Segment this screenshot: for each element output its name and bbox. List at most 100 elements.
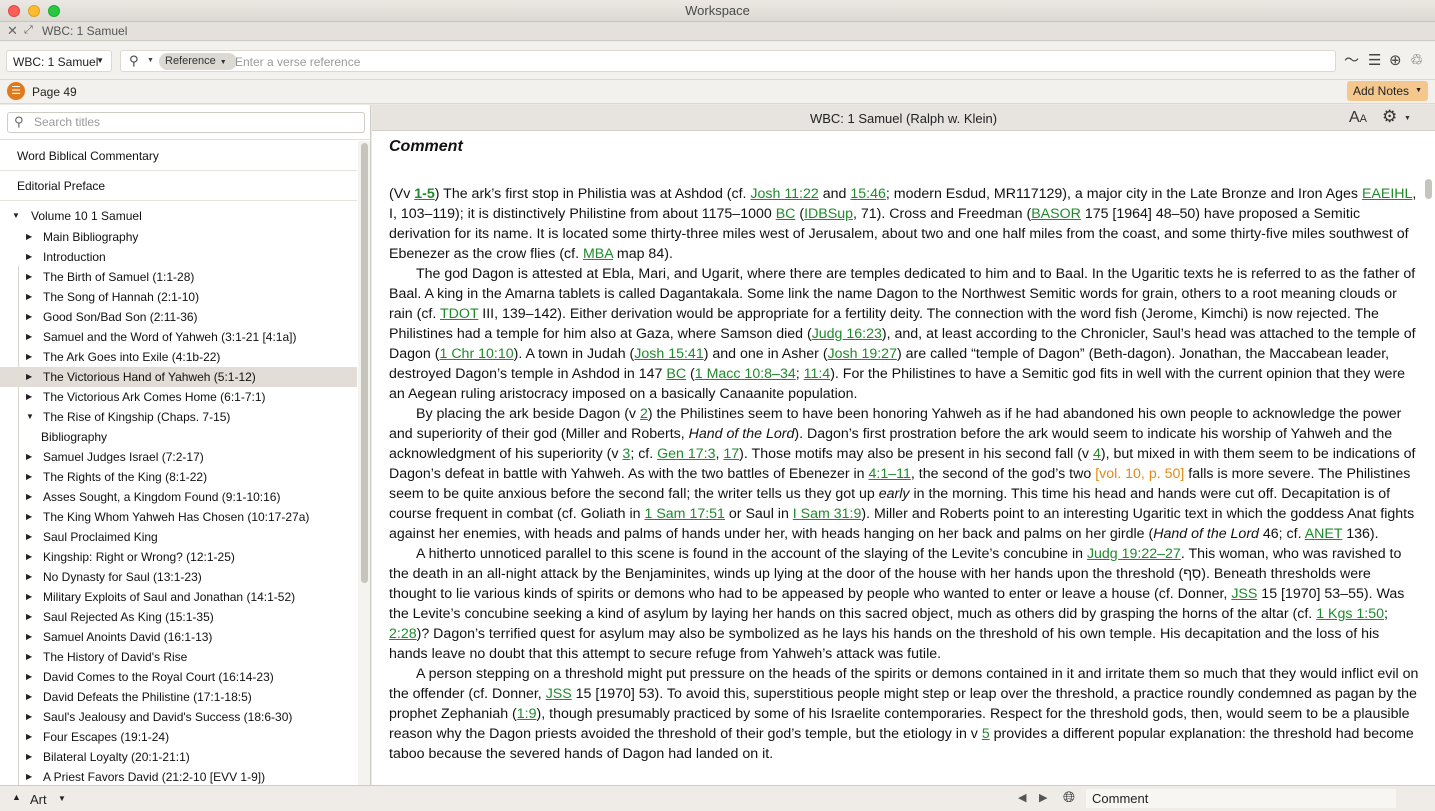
toc-item[interactable]: ▶ The History of David's Rise [0, 647, 357, 667]
globe-icon[interactable]: 🌐︎ [1063, 789, 1075, 806]
reference-link[interactable]: Judg 19:22–27 [1087, 546, 1181, 562]
toc-item[interactable]: ▶ The Victorious Hand of Yahweh (5:1-12) [0, 367, 357, 387]
reference-link[interactable]: JSS [1231, 586, 1257, 602]
sidebar-scroll-thumb[interactable] [361, 143, 368, 583]
disclosure-triangle-icon[interactable]: ▶ [26, 452, 32, 461]
disclosure-triangle-icon[interactable]: ▶ [26, 372, 32, 381]
reference-link[interactable]: Josh 19:27 [828, 346, 897, 362]
tab-label[interactable]: WBC: 1 Samuel [42, 24, 127, 38]
add-icon[interactable]: ⊕ [1389, 52, 1402, 70]
toc-list-icon[interactable]: ☰ [7, 82, 25, 100]
reference-link[interactable]: 4:1–11 [869, 466, 911, 482]
disclosure-triangle-icon[interactable]: ▶ [26, 272, 32, 281]
link-icon[interactable]: 〜 [1344, 52, 1359, 70]
toc-item[interactable]: ▶ Saul's Jealousy and David's Success (18… [0, 707, 357, 727]
title-search-input[interactable] [34, 115, 354, 129]
reference-link[interactable]: EAEIHL [1362, 186, 1412, 202]
toc-item[interactable]: ▶ Kingship: Right or Wrong? (12:1-25) [0, 547, 357, 567]
reader-scrollbar[interactable] [1421, 133, 1435, 785]
toc-item[interactable]: ▶ Bilateral Loyalty (20:1-21:1) [0, 747, 357, 767]
disclosure-triangle-icon[interactable]: ▶ [26, 652, 32, 661]
toc-top-item[interactable]: Editorial Preface [0, 171, 357, 201]
reference-link[interactable]: BASOR [1031, 206, 1081, 222]
reference-link[interactable]: 1:9 [517, 706, 537, 722]
disclosure-triangle-icon[interactable]: ▶ [26, 692, 32, 701]
toc-item[interactable]: ▶ Saul Proclaimed King [0, 527, 357, 547]
disclosure-triangle-icon[interactable]: ▶ [26, 232, 32, 241]
toc-item[interactable]: ▶ Introduction [0, 247, 357, 267]
disclosure-triangle-icon[interactable]: ▶ [26, 252, 32, 261]
toc-item[interactable]: ▶ Samuel Anoints David (16:1-13) [0, 627, 357, 647]
toc-item[interactable]: ▼ The Rise of Kingship (Chaps. 7-15) [0, 407, 357, 427]
toc-item[interactable]: ▶ A Priest Favors David (21:2-10 [EVV 1-9… [0, 767, 357, 785]
toc-item[interactable]: ▶ Good Son/Bad Son (2:11-36) [0, 307, 357, 327]
toc-item[interactable]: ▶ Main Bibliography [0, 227, 357, 247]
toc-item[interactable]: ▶ Asses Sought, a Kingdom Found (9:1-10:1… [0, 487, 357, 507]
toc-item[interactable]: ▶ Four Escapes (19:1-24) [0, 727, 357, 747]
disclosure-triangle-icon[interactable]: ▼ [26, 412, 34, 421]
disclosure-triangle-icon[interactable]: ▶ [26, 392, 32, 401]
toc-item[interactable]: ▶ Saul Rejected As King (15:1-35) [0, 607, 357, 627]
toc-item[interactable]: ▶ The Ark Goes into Exile (4:1b-22) [0, 347, 357, 367]
toc-item[interactable]: ▶ Military Exploits of Saul and Jonathan … [0, 587, 357, 607]
disclosure-triangle-icon[interactable]: ▶ [26, 512, 32, 521]
disclosure-triangle-icon[interactable]: ▶ [26, 752, 32, 761]
gear-icon[interactable]: ⚙ [1382, 107, 1397, 127]
toc-item[interactable]: ▶ David Comes to the Royal Court (16:14-2… [0, 667, 357, 687]
reference-link[interactable]: BC [776, 206, 796, 222]
toc-item[interactable]: ▶ The Song of Hannah (2:1-10) [0, 287, 357, 307]
toc-item[interactable]: ▶ Samuel and the Word of Yahweh (3:1-21 [… [0, 327, 357, 347]
reference-link[interactable]: IDBSup [804, 206, 853, 222]
chevron-down-icon[interactable]: ▼ [147, 57, 154, 64]
toc-item[interactable]: ▶ Samuel Judges Israel (7:2-17) [0, 447, 357, 467]
reference-link[interactable]: 15:46 [850, 186, 886, 202]
reference-link[interactable]: ANET [1305, 526, 1343, 542]
disclosure-triangle-icon[interactable]: ▶ [26, 572, 32, 581]
toc-item[interactable]: Bibliography [0, 427, 357, 447]
reference-link[interactable]: 2:28 [389, 626, 417, 642]
reference-link[interactable]: 4 [1093, 446, 1101, 462]
toc-top-item[interactable]: Word Biblical Commentary [0, 141, 357, 171]
reference-link[interactable]: Judg 16:23 [812, 326, 882, 342]
reference-link[interactable]: BC [666, 366, 686, 382]
sidebar-scrollbar[interactable] [358, 141, 370, 785]
disclosure-triangle-icon[interactable]: ▶ [26, 672, 32, 681]
close-tab-icon[interactable]: ✕ [7, 23, 18, 39]
chevron-down-icon[interactable]: ▼ [1404, 115, 1411, 122]
toc-volume-item[interactable]: ▼ Volume 10 1 Samuel [0, 201, 357, 230]
reference-link[interactable]: 1-5 [414, 186, 435, 202]
resource-select[interactable]: WBC: 1 Samuel ▼ [6, 50, 112, 72]
disclosure-triangle-icon[interactable]: ▶ [26, 332, 32, 341]
reader-scroll-thumb[interactable] [1425, 179, 1432, 199]
reference-link[interactable]: TDOT [440, 306, 478, 322]
reference-link[interactable]: Josh 11:22 [750, 186, 818, 202]
disclosure-triangle-icon[interactable]: ▶ [26, 772, 32, 781]
disclosure-triangle-icon[interactable]: ▶ [26, 492, 32, 501]
add-notes-button[interactable]: Add Notes ▼ [1347, 81, 1428, 101]
toc-item[interactable]: ▶ The King Whom Yahweh Has Chosen (10:17-… [0, 507, 357, 527]
reference-link[interactable]: 1 Sam 17:51 [645, 506, 725, 522]
search-mode-pill[interactable]: Reference ▼ [159, 53, 237, 70]
disclosure-triangle-icon[interactable]: ▶ [26, 312, 32, 321]
toc-item[interactable]: ▶ David Defeats the Philistine (17:1-18:5… [0, 687, 357, 707]
toc-item[interactable]: ▶ The Rights of the King (8:1-22) [0, 467, 357, 487]
disclosure-triangle-icon[interactable]: ▶ [26, 612, 32, 621]
disclosure-triangle-icon[interactable]: ▶ [26, 472, 32, 481]
chevron-up-icon[interactable]: ▲ [12, 792, 21, 802]
reference-link[interactable]: 1 Macc 10:8–34 [695, 366, 796, 382]
previous-arrow-icon[interactable]: ◀ [1018, 791, 1026, 804]
reference-link[interactable]: JSS [546, 686, 572, 702]
expand-icon[interactable]: ⤢ [24, 24, 33, 37]
disclosure-triangle-icon[interactable]: ▶ [26, 532, 32, 541]
disclosure-triangle-icon[interactable]: ▶ [26, 732, 32, 741]
reference-link[interactable]: 5 [982, 726, 990, 742]
reference-link[interactable]: 1 Kgs 1:50 [1316, 606, 1384, 622]
toc-item[interactable]: ▶ No Dynasty for Saul (13:1-23) [0, 567, 357, 587]
next-arrow-icon[interactable]: ▶ [1039, 791, 1047, 804]
reference-link[interactable]: 1 Chr 10:10 [439, 346, 513, 362]
disclosure-triangle-icon[interactable]: ▶ [26, 632, 32, 641]
toc-item[interactable]: ▶ The Birth of Samuel (1:1-28) [0, 267, 357, 287]
verse-reference-input[interactable] [235, 53, 1135, 70]
status-left-label[interactable]: Art [30, 792, 47, 807]
reference-link[interactable]: Gen 17:3 [657, 446, 715, 462]
